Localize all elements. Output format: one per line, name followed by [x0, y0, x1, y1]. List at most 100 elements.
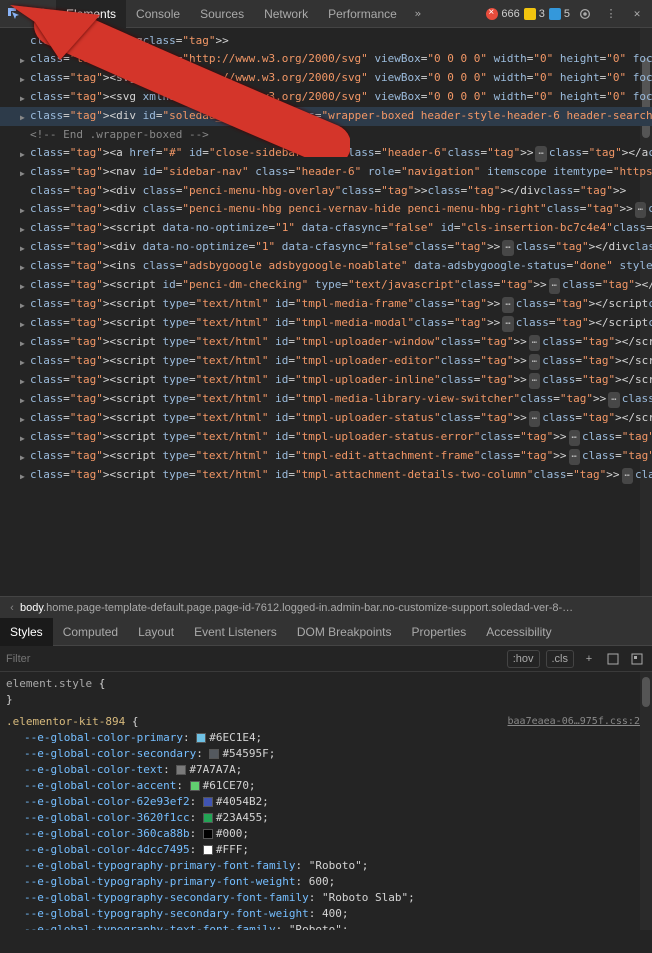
expand-icon[interactable] [20, 240, 28, 248]
css-declaration[interactable]: --e-global-color-primary: #6EC1E4; [6, 730, 646, 746]
dom-node[interactable]: class="tag"><script type="text/html" id=… [0, 447, 652, 466]
tab-dom-breakpoints[interactable]: DOM Breakpoints [287, 618, 402, 646]
dom-node[interactable]: class="tag"><script type="text/html" id=… [0, 409, 652, 428]
expand-icon[interactable] [20, 71, 28, 79]
expand-icon[interactable] [20, 449, 28, 457]
expand-icon[interactable] [20, 52, 28, 60]
info-count-badge[interactable]: 5 [549, 8, 570, 20]
dom-node[interactable]: class="tag"><script data-no-optimize="1"… [0, 219, 652, 238]
color-swatch[interactable] [203, 829, 213, 839]
expand-icon[interactable] [20, 392, 28, 400]
dom-node[interactable]: class="tag"><script type="text/html" id=… [0, 295, 652, 314]
tab-console[interactable]: Console [126, 0, 190, 28]
css-declaration[interactable]: --e-global-color-accent: #61CE70; [6, 778, 646, 794]
hov-toggle[interactable]: :hov [507, 650, 540, 668]
expand-icon[interactable] [20, 468, 28, 476]
expand-icon[interactable] [20, 354, 28, 362]
source-link[interactable]: baa7eaea-06…975f.css:20 [508, 714, 646, 730]
dom-node[interactable]: class="tag"><a href="#" id="close-sideba… [0, 144, 652, 163]
expand-icon[interactable] [20, 165, 28, 173]
css-declaration[interactable]: --e-global-color-62e93ef2: #4054B2; [6, 794, 646, 810]
css-declaration[interactable]: --e-global-typography-primary-font-weigh… [6, 874, 646, 890]
color-swatch[interactable] [203, 797, 213, 807]
color-swatch[interactable] [209, 749, 219, 759]
expand-icon[interactable] [20, 316, 28, 324]
expand-icon[interactable] [20, 278, 28, 286]
css-declaration[interactable]: --e-global-typography-primary-font-famil… [6, 858, 646, 874]
expand-icon[interactable] [20, 259, 28, 267]
dom-node[interactable]: class="tag"><div class="penci-menu-hbg p… [0, 200, 652, 219]
tab-event-listeners[interactable]: Event Listeners [184, 618, 287, 646]
new-style-rule-icon[interactable]: + [580, 650, 598, 668]
dom-node[interactable]: class="tag"></svgclass="tag">> [0, 32, 652, 50]
tabs-overflow[interactable]: » [407, 3, 429, 25]
dom-node[interactable]: class="tag"><svg xmlns="http://www.w3.or… [0, 50, 652, 69]
tab-properties[interactable]: Properties [402, 618, 477, 646]
expand-icon[interactable] [20, 90, 28, 98]
dom-node[interactable]: class="tag"><nav id="sidebar-nav" class=… [0, 163, 652, 182]
expand-icon[interactable] [20, 202, 28, 210]
color-swatch[interactable] [190, 781, 200, 791]
inspect-element-icon[interactable] [0, 0, 28, 28]
dom-node[interactable]: class="tag"><script type="text/html" id=… [0, 314, 652, 333]
warning-count-badge[interactable]: 3 [524, 8, 545, 20]
styles-filter-input[interactable] [6, 653, 507, 665]
css-declaration[interactable]: --e-global-color-360ca88b: #000; [6, 826, 646, 842]
css-declaration[interactable]: --e-global-color-3620f1cc: #23A455; [6, 810, 646, 826]
computed-sidebar-icon[interactable] [604, 650, 622, 668]
styles-panel[interactable]: element.style {}baa7eaea-06…975f.css:20.… [0, 672, 652, 930]
tab-layout[interactable]: Layout [128, 618, 184, 646]
error-count-badge[interactable]: 666 [486, 8, 519, 20]
expand-icon[interactable] [20, 373, 28, 381]
dom-node[interactable]: class="tag"><script type="text/html" id=… [0, 390, 652, 409]
dom-node[interactable]: class="tag"><div data-no-optimize="1" da… [0, 238, 652, 257]
breadcrumb-left-icon[interactable]: ‹ [4, 602, 20, 614]
expand-icon[interactable] [20, 430, 28, 438]
tab-performance[interactable]: Performance [318, 0, 407, 28]
expand-icon[interactable] [20, 335, 28, 343]
settings-icon[interactable] [574, 3, 596, 25]
expand-icon[interactable] [20, 221, 28, 229]
dom-node[interactable]: class="tag"><svg xmlns="http://www.w3.or… [0, 88, 652, 107]
tab-sources[interactable]: Sources [190, 0, 254, 28]
color-swatch[interactable] [196, 733, 206, 743]
dom-node[interactable]: class="tag"><svg xmlns="http://www.w3.or… [0, 69, 652, 88]
breadcrumb-path[interactable]: body.home.page-template-default.page.pag… [20, 602, 573, 614]
css-declaration[interactable]: --e-global-typography-text-font-family: … [6, 922, 646, 930]
dom-node[interactable]: class="tag"><script type="text/html" id=… [0, 371, 652, 390]
tab-elements[interactable]: Elements [56, 0, 126, 28]
dom-node[interactable]: class="tag"><ins class="adsbygoogle adsb… [0, 257, 652, 276]
tab-network[interactable]: Network [254, 0, 318, 28]
tab-styles[interactable]: Styles [0, 618, 53, 646]
dom-node[interactable]: <!-- End .wrapper-boxed --> [0, 126, 652, 144]
css-declaration[interactable]: --e-global-color-text: #7A7A7A; [6, 762, 646, 778]
css-declaration[interactable]: --e-global-typography-secondary-font-wei… [6, 906, 646, 922]
dom-node[interactable]: class="tag"><div class="penci-menu-hbg-o… [0, 182, 652, 200]
rendering-icon[interactable] [628, 650, 646, 668]
color-swatch[interactable] [176, 765, 186, 775]
element-style-selector[interactable]: element.style { [6, 676, 646, 692]
color-swatch[interactable] [203, 845, 213, 855]
cls-toggle[interactable]: .cls [546, 650, 575, 668]
css-declaration[interactable]: --e-global-color-secondary: #54595F; [6, 746, 646, 762]
css-declaration[interactable]: --e-global-color-4dcc7495: #FFF; [6, 842, 646, 858]
dom-node[interactable]: class="tag"><script type="text/html" id=… [0, 333, 652, 352]
color-swatch[interactable] [203, 813, 213, 823]
dom-tree-panel[interactable]: class="tag"></svgclass="tag">>class="tag… [0, 28, 652, 596]
more-menu-icon[interactable]: ⋮ [600, 3, 622, 25]
dom-node[interactable]: class="tag"><div id="soledad_wrapper" cl… [0, 107, 652, 126]
css-declaration[interactable]: --e-global-typography-secondary-font-fam… [6, 890, 646, 906]
expand-icon[interactable] [20, 146, 28, 154]
expand-icon[interactable] [20, 411, 28, 419]
tab-computed[interactable]: Computed [53, 618, 128, 646]
dom-node[interactable]: class="tag"><script type="text/html" id=… [0, 352, 652, 371]
device-toolbar-icon[interactable] [28, 0, 56, 28]
rule-selector[interactable]: baa7eaea-06…975f.css:20.elementor-kit-89… [6, 714, 646, 730]
expand-icon[interactable] [20, 297, 28, 305]
dom-node[interactable]: class="tag"><script type="text/html" id=… [0, 428, 652, 447]
close-devtools-icon[interactable]: ✕ [626, 3, 648, 25]
dom-node[interactable]: class="tag"><script type="text/html" id=… [0, 466, 652, 485]
expand-icon[interactable] [20, 109, 28, 117]
styles-scrollbar[interactable] [640, 672, 652, 930]
tab-accessibility[interactable]: Accessibility [476, 618, 561, 646]
